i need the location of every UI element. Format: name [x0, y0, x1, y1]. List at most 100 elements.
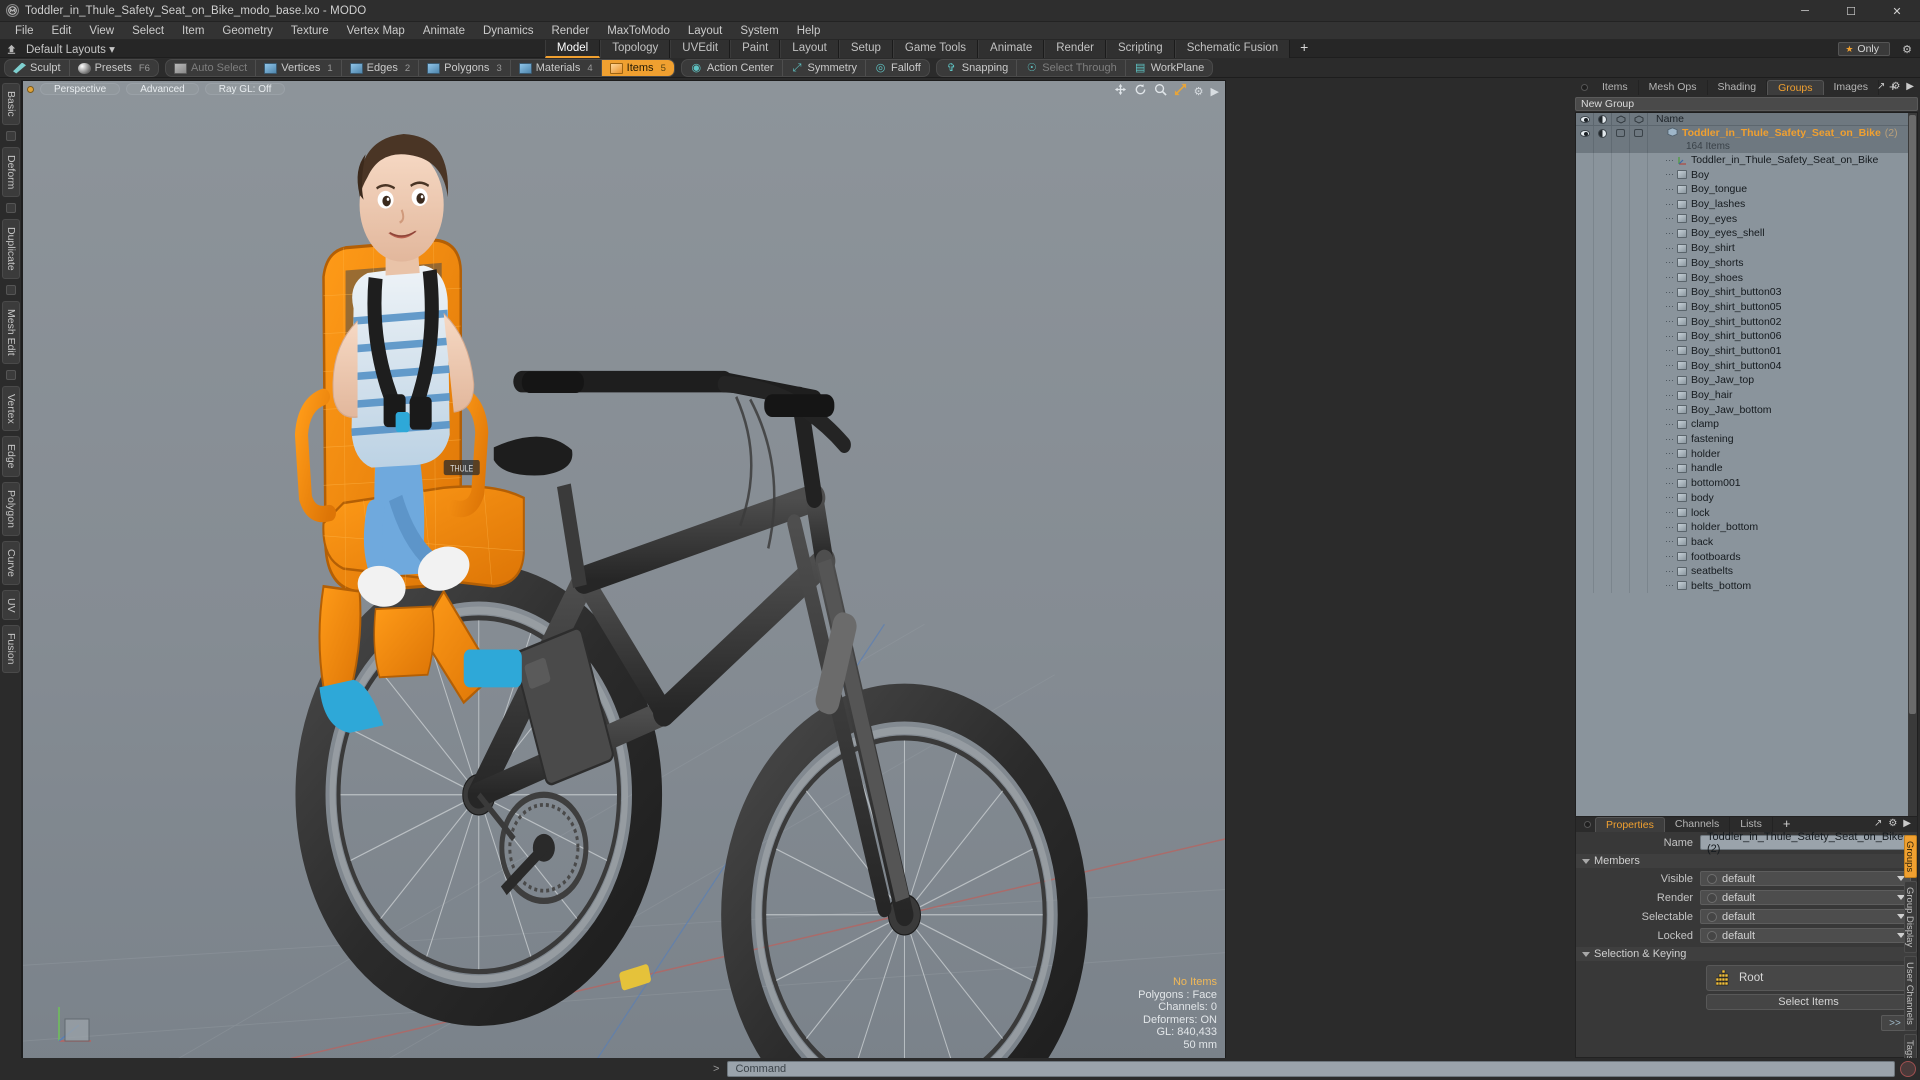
scrollbar-thumb[interactable]: [1909, 115, 1916, 714]
item-list-row[interactable]: ⋯ back: [1576, 534, 1917, 550]
item-list-row[interactable]: ⋯ Boy_Jaw_top: [1576, 373, 1917, 388]
wireframe2-toggle[interactable]: [1630, 211, 1648, 227]
panel-tab-groups[interactable]: Groups: [1767, 80, 1824, 95]
panel-tab-items[interactable]: Items: [1592, 80, 1639, 95]
wireframe2-toggle[interactable]: [1630, 446, 1648, 462]
override-indicator-icon[interactable]: [1707, 930, 1717, 941]
visibility-toggle[interactable]: [1576, 373, 1594, 388]
zoom-icon[interactable]: [1154, 83, 1167, 99]
menu-item-render[interactable]: Render: [542, 22, 598, 40]
shading-toggle[interactable]: [1594, 255, 1612, 271]
wireframe-toggle[interactable]: [1612, 475, 1630, 491]
fit-icon[interactable]: [1174, 83, 1187, 99]
wireframe2-toggle[interactable]: [1630, 402, 1648, 418]
expand-icon[interactable]: ↗: [1874, 818, 1882, 829]
visibility-toggle[interactable]: [1576, 578, 1594, 594]
visibility-toggle[interactable]: [1576, 358, 1594, 373]
wireframe2-toggle[interactable]: [1630, 182, 1648, 197]
wireframe-toggle[interactable]: [1612, 152, 1630, 168]
only-toggle-button[interactable]: ★ Only: [1838, 42, 1890, 56]
wireframe-toggle[interactable]: [1612, 226, 1630, 241]
visibility-toggle[interactable]: [1576, 343, 1594, 359]
wireframe-toggle[interactable]: [1612, 270, 1630, 285]
shading-toggle[interactable]: [1594, 299, 1612, 315]
left-tab-deform[interactable]: Deform: [2, 146, 20, 198]
menu-item-view[interactable]: View: [80, 22, 123, 40]
wireframe-toggle[interactable]: [1612, 314, 1630, 329]
wireframe-toggle[interactable]: [1612, 402, 1630, 418]
wireframe2-toggle[interactable]: [1630, 475, 1648, 491]
item-list-row[interactable]: ⋯ Boy_shirt_button02: [1576, 314, 1917, 329]
left-tab-mesh-edit[interactable]: Mesh Edit: [2, 300, 20, 364]
rotate-icon[interactable]: [1134, 83, 1147, 99]
select-items-button[interactable]: Select Items: [1706, 994, 1911, 1010]
properties-side-tab-group-display[interactable]: Group Display: [1904, 881, 1917, 954]
item-list-row[interactable]: ⋯ Boy_shorts: [1576, 255, 1917, 271]
wireframe-toggle[interactable]: [1612, 358, 1630, 373]
toolbar-button-sculpt[interactable]: Sculpt: [5, 60, 70, 76]
layout-tab-animate[interactable]: Animate: [978, 39, 1045, 58]
item-list-row[interactable]: ⋯ Boy_shirt_button05: [1576, 299, 1917, 315]
home-icon[interactable]: [0, 44, 22, 54]
shading-toggle[interactable]: [1594, 314, 1612, 329]
wireframe-toggle[interactable]: [1612, 126, 1630, 141]
left-tab-vertex[interactable]: Vertex: [2, 385, 20, 432]
wireframe2-toggle[interactable]: [1630, 270, 1648, 285]
wireframe2-toggle[interactable]: [1630, 255, 1648, 271]
wireframe2-toggle[interactable]: [1630, 578, 1648, 594]
item-list-row[interactable]: ⋯ Boy_eyes: [1576, 211, 1917, 227]
menu-item-select[interactable]: Select: [123, 22, 173, 40]
menu-item-maxtomodo[interactable]: MaxToModo: [598, 22, 679, 40]
add-properties-tab-button[interactable]: +: [1773, 817, 1801, 832]
gear-icon[interactable]: ⚙: [1891, 81, 1900, 92]
shading-toggle[interactable]: [1594, 461, 1612, 476]
wireframe-toggle[interactable]: [1612, 373, 1630, 388]
layout-tab-layout[interactable]: Layout: [780, 39, 839, 58]
override-indicator-icon[interactable]: [1707, 873, 1717, 884]
item-list-row[interactable]: ⋯ Boy_shirt_button06: [1576, 328, 1917, 344]
command-input[interactable]: Command: [727, 1061, 1895, 1077]
visibility-toggle[interactable]: [1576, 431, 1594, 447]
item-list-row[interactable]: ⋯ belts_bottom: [1576, 578, 1917, 594]
gear-icon[interactable]: ⚙: [1888, 818, 1897, 829]
visibility-toggle[interactable]: [1576, 196, 1594, 212]
visibility-toggle[interactable]: [1576, 284, 1594, 300]
toolbar-button-falloff[interactable]: ◎ Falloff: [866, 60, 929, 76]
visibility-toggle[interactable]: [1576, 417, 1594, 432]
property-dropdown-selectable[interactable]: default: [1700, 909, 1911, 924]
left-tab-polygon[interactable]: Polygon: [2, 481, 20, 536]
visibility-toggle[interactable]: [1576, 255, 1594, 271]
item-list-row[interactable]: ⋯ footboards: [1576, 549, 1917, 564]
wireframe-toggle[interactable]: [1612, 461, 1630, 476]
name-input[interactable]: Toddler_in_Thule_Safety_Seat_on_Bike (2): [1700, 831, 1911, 855]
panel-tab-shading[interactable]: Shading: [1708, 80, 1768, 95]
property-dropdown-locked[interactable]: default: [1700, 928, 1911, 943]
visibility-toggle[interactable]: [1576, 402, 1594, 418]
layout-tab-game-tools[interactable]: Game Tools: [892, 39, 979, 58]
layout-tab-topology[interactable]: Topology: [600, 39, 671, 58]
wireframe-toggle[interactable]: [1612, 549, 1630, 564]
left-tab-curve[interactable]: Curve: [2, 540, 20, 585]
item-list-row[interactable]: ⋯ Boy_tongue: [1576, 182, 1917, 197]
panel-tab-mesh-ops[interactable]: Mesh Ops: [1639, 80, 1708, 95]
shading-toggle[interactable]: [1594, 490, 1612, 506]
shading-toggle[interactable]: [1594, 167, 1612, 183]
toolbar-button-items[interactable]: Items 5: [601, 60, 674, 76]
panel-tab-images[interactable]: Images: [1824, 80, 1879, 95]
visibility-toggle[interactable]: [1576, 182, 1594, 197]
visibility-toggle[interactable]: [1576, 314, 1594, 329]
root-button[interactable]: Root: [1706, 965, 1911, 991]
properties-tab-channels[interactable]: Channels: [1665, 817, 1731, 832]
visibility-toggle[interactable]: [1576, 328, 1594, 344]
toolbar-button-polygons[interactable]: Polygons 3: [419, 60, 511, 76]
wireframe-toggle[interactable]: [1612, 284, 1630, 300]
visibility-toggle[interactable]: [1576, 563, 1594, 579]
expand-arrow-icon[interactable]: ▶: [1903, 818, 1911, 829]
wireframe-toggle[interactable]: [1612, 387, 1630, 403]
move-icon[interactable]: [1114, 83, 1127, 99]
wireframe2-toggle[interactable]: [1630, 358, 1648, 373]
wireframe-toggle[interactable]: [1612, 328, 1630, 344]
group-root-row[interactable]: Toddler_in_Thule_Safety_Seat_on_Bike (2): [1576, 126, 1917, 141]
panel-menu-dot-icon[interactable]: [1581, 84, 1588, 91]
wireframe-toggle[interactable]: [1612, 255, 1630, 271]
